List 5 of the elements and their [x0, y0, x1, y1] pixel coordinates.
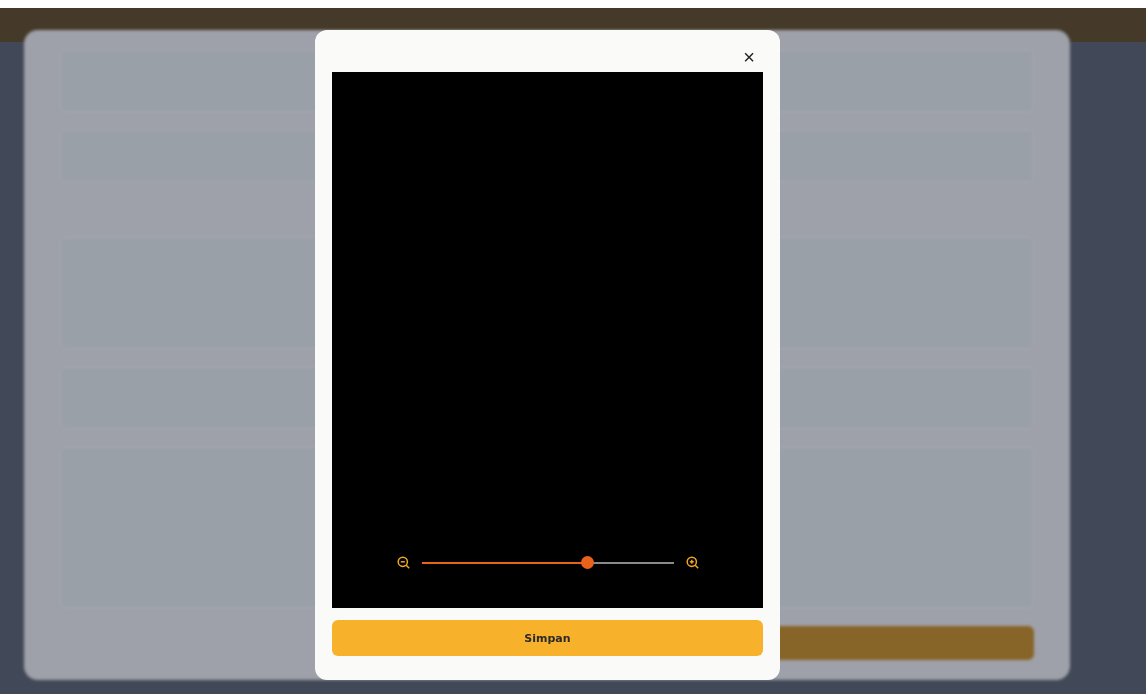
zoom-out-icon[interactable] [396, 556, 410, 569]
save-button[interactable]: Simpan [332, 620, 763, 656]
close-button[interactable]: × [735, 47, 763, 67]
slider-thumb[interactable] [580, 556, 594, 569]
zoom-in-icon[interactable] [685, 556, 699, 569]
